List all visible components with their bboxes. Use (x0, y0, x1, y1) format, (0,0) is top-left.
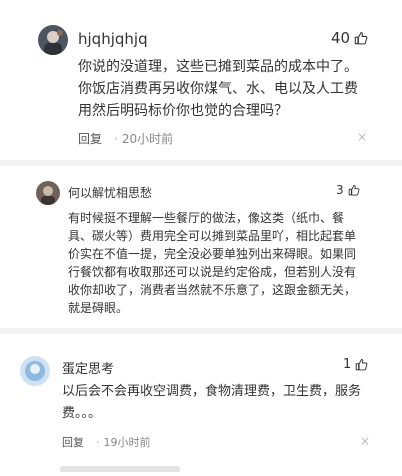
reply-button[interactable]: 回复 (62, 434, 84, 450)
comment-username[interactable]: 蛋定思考 (62, 358, 114, 377)
footer-separator: · (114, 131, 118, 146)
comment-1: hjqhjqhjq 40 你说的没道理，这些已摊到菜品的成本中了。你饭店消费再另… (0, 0, 402, 160)
like-button[interactable]: 1 (343, 357, 368, 372)
thumbs-up-icon (354, 32, 368, 45)
comment-text: 有时候挺不理解一些餐厅的做法，像这类（纸巾、餐具、碳火等）费用完全可以摊到菜品里… (68, 211, 357, 315)
avatar[interactable] (36, 181, 60, 205)
comment-username[interactable]: hjqhjqhjq (78, 30, 148, 48)
comment-text: 以后会不会再收空调费，食物清理费，卫生费，服务费。。。 (62, 384, 362, 421)
next-comment-fragment (60, 466, 180, 472)
avatar[interactable] (20, 356, 50, 386)
timestamp: 20小时前 (121, 132, 174, 146)
like-count: 3 (336, 183, 344, 197)
like-button[interactable]: 40 (331, 29, 368, 47)
avatar[interactable] (38, 25, 68, 55)
avatar-photo-icon (36, 181, 60, 205)
avatar-photo-icon (38, 25, 68, 55)
like-button[interactable]: 3 (336, 183, 360, 197)
reply-button[interactable]: 回复 (78, 130, 102, 147)
close-icon[interactable]: × (360, 434, 370, 448)
like-count: 1 (343, 357, 352, 372)
comment-2: 何以解忧相思愁 3 有时候挺不理解一些餐厅的做法，像这类（纸巾、餐具、碳火等）费… (0, 160, 402, 328)
comment-footer: 回复 · 20小时前 (78, 130, 173, 147)
timestamp: 19小时前 (103, 436, 151, 449)
thumbs-up-icon (356, 358, 368, 371)
comment-3: 蛋定思考 1 以后会不会再收空调费，食物清理费，卫生费，服务费。。。 回复 · … (0, 328, 402, 476)
comment-footer: 回复 · 19小时前 (62, 434, 151, 450)
footer-separator: · (96, 435, 100, 449)
avatar-photo-icon (20, 356, 50, 386)
thumbs-up-icon (348, 184, 360, 196)
comment-username[interactable]: 何以解忧相思愁 (68, 184, 152, 201)
comment-text: 你说的没道理，这些已摊到菜品的成本中了。你饭店消费再另收你煤气、水、电以及人工费… (78, 59, 358, 119)
like-count: 40 (331, 29, 351, 47)
close-icon[interactable]: × (357, 130, 367, 144)
